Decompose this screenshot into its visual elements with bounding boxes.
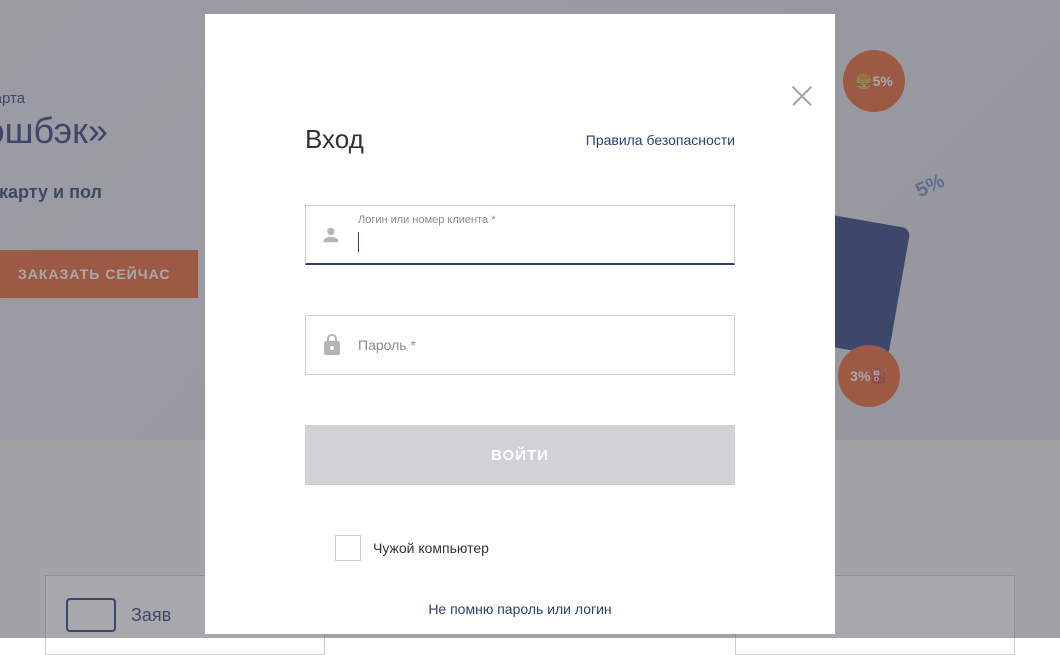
modal-title: Вход — [305, 124, 364, 155]
foreign-computer-checkbox[interactable] — [335, 535, 361, 561]
foreign-computer-label: Чужой компьютер — [373, 540, 489, 556]
close-icon[interactable] — [789, 82, 815, 108]
text-cursor — [358, 232, 359, 252]
modal-header: Вход Правила безопасности — [305, 124, 735, 155]
login-input-group[interactable]: Логин или номер клиента * — [305, 205, 735, 265]
password-label: Пароль * — [358, 337, 416, 353]
login-label: Логин или номер клиента * — [358, 214, 496, 226]
foreign-computer-row: Чужой компьютер — [335, 535, 735, 561]
security-rules-link[interactable]: Правила безопасности — [586, 132, 735, 148]
lock-icon — [320, 333, 344, 357]
forgot-password-link[interactable]: Не помню пароль или логин — [305, 601, 735, 617]
person-icon — [320, 223, 342, 247]
password-input-group[interactable]: Пароль * — [305, 315, 735, 375]
login-modal: Вход Правила безопасности Логин или номе… — [205, 14, 835, 634]
login-button[interactable]: ВОЙТИ — [305, 425, 735, 485]
